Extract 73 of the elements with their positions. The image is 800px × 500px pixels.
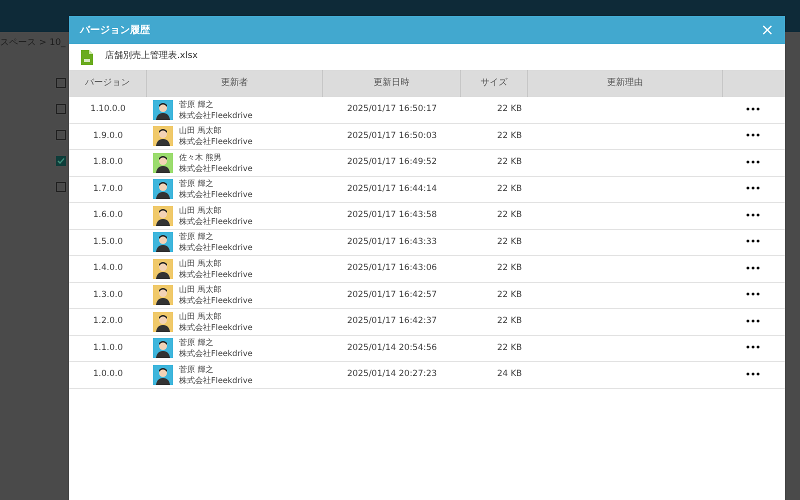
date-cell: 2025/01/17 16:43:33 (347, 236, 437, 249)
size-cell: 22 KB (497, 103, 522, 116)
date-cell: 2025/01/17 16:49:52 (347, 156, 437, 170)
size-cell: 24 KB (497, 368, 522, 382)
version-cell: 1.2.0.0 (93, 315, 123, 328)
company-name: 株式会社Fleekdrive (179, 295, 253, 306)
company-name: 株式会社Fleekdrive (179, 136, 253, 148)
company-name: 株式会社Fleekdrive (179, 268, 253, 280)
size-cell: 22 KB (497, 209, 522, 222)
file-name: 店舗別売上管理表.xlsx (105, 50, 198, 64)
more-button[interactable]: ••• (745, 342, 761, 354)
user-name: 佐々木 熊男 (179, 152, 223, 163)
date-cell: 2025/01/17 16:44:14 (347, 182, 437, 196)
size-cell: 22 KB (497, 182, 522, 196)
more-button[interactable]: ••• (745, 130, 761, 142)
column-header: 更新日時 (374, 76, 410, 90)
date-cell: 2025/01/17 16:42:37 (347, 315, 437, 328)
company-name: 株式会社Fleekdrive (179, 242, 253, 254)
version-cell: 1.8.0.0 (93, 156, 123, 170)
date-cell: 2025/01/14 20:54:56 (347, 342, 437, 355)
column-header: 更新理由 (607, 76, 643, 90)
company-name: 株式会社Fleekdrive (179, 322, 253, 333)
user-name: 菅原 輝之 (179, 98, 215, 110)
user-name: 菅原 輝之 (179, 178, 215, 190)
more-button[interactable]: ••• (745, 210, 761, 222)
date-cell: 2025/01/17 16:43:58 (347, 209, 437, 222)
user-name: 菅原 輝之 (179, 231, 215, 242)
version-cell: 1.7.0.0 (93, 182, 123, 196)
company-name: 株式会社Fleekdrive (179, 348, 253, 360)
size-cell: 22 KB (497, 288, 522, 302)
date-cell: 2025/01/17 16:50:03 (347, 130, 437, 143)
version-cell: 1.4.0.0 (93, 262, 123, 276)
size-cell: 22 KB (497, 262, 522, 276)
company-name: 株式会社Fleekdrive (179, 189, 253, 200)
user-name: 山田 馬太郎 (179, 204, 223, 216)
column-header: 更新者 (221, 76, 248, 90)
company-name: 株式会社Fleekdrive (179, 162, 253, 174)
size-cell: 22 KB (497, 130, 522, 143)
size-cell: 22 KB (497, 315, 522, 328)
size-cell: 22 KB (497, 156, 522, 170)
user-name: 菅原 輝之 (179, 364, 215, 375)
user-name: 山田 馬太郎 (179, 284, 223, 296)
company-name: 株式会社Fleekdrive (179, 110, 253, 121)
version-cell: 1.9.0.0 (93, 130, 123, 143)
user-name: 山田 馬太郎 (179, 258, 223, 269)
user-name: 山田 馬太郎 (179, 125, 223, 136)
date-cell: 2025/01/17 16:43:06 (347, 262, 437, 276)
more-button[interactable]: ••• (745, 262, 761, 275)
more-button[interactable]: ••• (745, 368, 761, 381)
version-cell: 1.1.0.0 (93, 342, 123, 355)
column-header: バージョン (85, 76, 130, 90)
user-name: 山田 馬太郎 (179, 310, 223, 322)
more-button[interactable]: ••• (745, 104, 761, 116)
more-button[interactable]: ••• (745, 183, 761, 196)
size-cell: 22 KB (497, 236, 522, 249)
more-button[interactable]: ••• (745, 289, 761, 302)
column-header: サイズ (480, 76, 508, 90)
user-name: 菅原 輝之 (179, 337, 215, 348)
date-cell: 2025/01/17 16:50:17 (347, 103, 437, 116)
company-name: 株式会社Fleekdrive (179, 216, 253, 227)
more-button[interactable]: ••• (745, 236, 761, 248)
date-cell: 2025/01/14 20:27:23 (347, 368, 437, 382)
more-button[interactable]: ••• (745, 316, 761, 328)
version-cell: 1.6.0.0 (93, 209, 123, 222)
size-cell: 22 KB (497, 342, 522, 355)
more-button[interactable]: ••• (745, 156, 761, 169)
company-name: 株式会社Fleekdrive (179, 374, 253, 386)
date-cell: 2025/01/17 16:42:57 (347, 288, 437, 302)
version-cell: 1.0.0.0 (93, 368, 123, 382)
version-cell: 1.3.0.0 (93, 288, 123, 302)
version-cell: 1.10.0.0 (90, 103, 126, 116)
version-cell: 1.5.0.0 (93, 236, 123, 249)
dialog-title: バージョン履歴 (80, 24, 150, 38)
